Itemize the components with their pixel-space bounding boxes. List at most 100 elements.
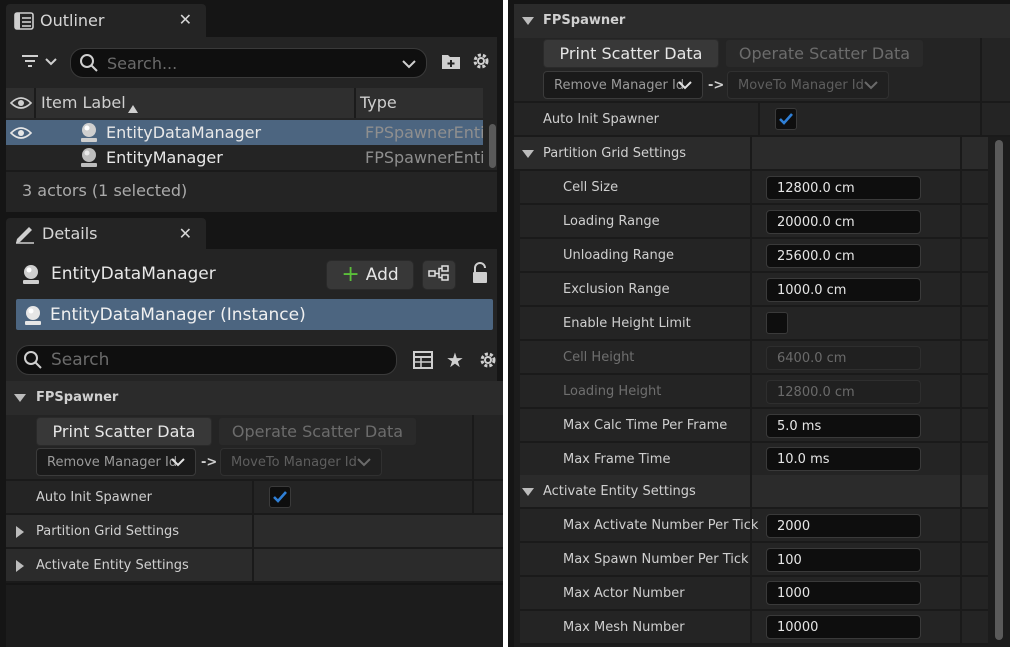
column-separator: [750, 443, 752, 475]
visibility-icon[interactable]: [9, 125, 33, 145]
max-calc-time-field[interactable]: 5.0 ms: [766, 414, 921, 438]
hierarchy-icon: [428, 265, 450, 285]
lock-open-icon[interactable]: [470, 262, 490, 288]
outliner-search-input[interactable]: Search...: [70, 48, 427, 78]
auto-init-spawner-checkbox[interactable]: [775, 108, 797, 130]
auto-init-spawner-row: Auto Init Spawner: [6, 481, 503, 515]
fpspawner-section-header[interactable]: FPSpawner: [6, 381, 503, 415]
moveto-manager-id-combo: MoveTo Manager Id: [220, 448, 382, 476]
cell-size-field[interactable]: 12800.0 cm: [766, 176, 921, 200]
add-folder-button[interactable]: [440, 51, 462, 75]
max-actor-number-field[interactable]: 1000: [766, 581, 921, 605]
column-separator: [960, 239, 962, 271]
chevron-down-icon[interactable]: [402, 56, 416, 75]
prop-label: Unloading Range: [563, 248, 674, 263]
print-scatter-data-button[interactable]: Print Scatter Data: [543, 39, 719, 68]
outliner-row-label: EntityManager: [106, 148, 223, 167]
chevron-down-icon: [171, 455, 185, 473]
prop-row-exclusion-range: Exclusion Range 1000.0 cm: [514, 273, 988, 307]
prop-row-max-actor-number: Max Actor Number 1000: [514, 577, 988, 611]
details-search-input[interactable]: Search: [16, 345, 397, 375]
outliner-settings-button[interactable]: [470, 51, 492, 75]
close-icon[interactable]: ✕: [179, 224, 192, 243]
fpspawner-section-header[interactable]: FPSpawner: [514, 4, 1010, 38]
prop-label: Enable Height Limit: [563, 316, 691, 331]
expand-arrow-icon: [16, 560, 24, 572]
max-mesh-number-field[interactable]: 10000: [766, 615, 921, 639]
column-item-label[interactable]: Item Label: [41, 93, 126, 112]
column-separator[interactable]: [34, 88, 36, 118]
column-separator: [750, 611, 752, 643]
outliner-row-type: FPSpawnerEntit: [365, 123, 483, 142]
prop-row-cell-size: Cell Size 12800.0 cm: [514, 171, 988, 205]
collapse-arrow-icon: [522, 17, 534, 25]
outliner-list-icon: [14, 11, 34, 30]
outliner-row[interactable]: EntityDataManager FPSpawnerEntit: [6, 120, 483, 145]
outliner-scrollbar[interactable]: [489, 124, 496, 168]
column-separator: [750, 577, 752, 609]
blueprint-hierarchy-button[interactable]: [422, 260, 456, 290]
partition-grid-title: Partition Grid Settings: [36, 524, 180, 539]
exclusion-range-field[interactable]: 1000.0 cm: [766, 278, 921, 302]
outliner-tab[interactable]: Outliner ✕: [6, 4, 206, 37]
partition-grid-section-header[interactable]: Partition Grid Settings: [514, 137, 988, 171]
partition-grid-section-header[interactable]: Partition Grid Settings: [6, 515, 503, 549]
outliner-tab-strip: Outliner ✕: [0, 0, 503, 40]
prop-label: Max Mesh Number: [563, 620, 685, 635]
prop-row-max-activate-number: Max Activate Number Per Tick 2000: [514, 509, 988, 543]
auto-init-spawner-checkbox[interactable]: [269, 486, 291, 508]
outliner-status: 3 actors (1 selected): [22, 181, 188, 200]
column-separator: [750, 307, 752, 339]
table-view-icon[interactable]: [413, 351, 433, 373]
unloading-range-field[interactable]: 25600.0 cm: [766, 244, 921, 268]
prop-row-enable-height-limit: Enable Height Limit: [514, 307, 988, 341]
visibility-icon[interactable]: [9, 95, 33, 115]
checkmark-icon: [272, 490, 288, 504]
prop-row-max-frame-time: Max Frame Time 10.0 ms: [514, 443, 988, 477]
max-frame-time-field[interactable]: 10.0 ms: [766, 447, 921, 471]
arrow-text: ->: [708, 78, 725, 93]
add-component-button[interactable]: + Add: [326, 260, 414, 290]
operate-scatter-data-button: Operate Scatter Data: [725, 39, 924, 68]
close-icon[interactable]: ✕: [179, 10, 192, 29]
max-activate-number-field[interactable]: 2000: [766, 514, 921, 538]
instance-selector-row[interactable]: EntityDataManager (Instance): [16, 299, 493, 330]
prop-row-cell-height: Cell Height 6400.0 cm: [514, 341, 988, 375]
column-type[interactable]: Type: [360, 93, 397, 112]
column-separator: [960, 375, 962, 407]
details-tab[interactable]: Details ✕: [6, 218, 206, 249]
prop-label: Max Activate Number Per Tick: [563, 518, 759, 533]
column-separator: [960, 409, 962, 441]
cell-height-field: 6400.0 cm: [766, 346, 921, 370]
expand-arrow-icon: [16, 526, 24, 538]
gear-icon[interactable]: [478, 350, 498, 374]
checkmark-icon: [778, 112, 794, 126]
sort-ascending-icon: [128, 98, 138, 117]
star-icon[interactable]: ★: [446, 348, 464, 372]
column-separator: [980, 103, 982, 135]
outliner-row[interactable]: EntityManager FPSpawnerEntit: [6, 145, 483, 170]
column-separator: [960, 137, 962, 169]
filter-icon: [20, 51, 60, 75]
details-scrollbar[interactable]: [995, 140, 1003, 640]
divider: [6, 170, 497, 172]
collapse-arrow-icon: [14, 394, 26, 402]
enable-height-limit-checkbox[interactable]: [766, 312, 788, 334]
activate-entity-section-header[interactable]: Activate Entity Settings: [6, 549, 503, 583]
partition-grid-title: Partition Grid Settings: [543, 146, 687, 161]
combo-value: MoveTo Manager Id: [231, 454, 357, 470]
loading-range-field[interactable]: 20000.0 cm: [766, 210, 921, 234]
search-icon: [23, 350, 43, 370]
prop-label: Max Spawn Number Per Tick: [563, 552, 749, 567]
max-spawn-number-field[interactable]: 100: [766, 548, 921, 572]
column-separator: [750, 543, 752, 575]
activate-entity-section-header[interactable]: Activate Entity Settings: [514, 475, 988, 509]
print-scatter-data-button[interactable]: Print Scatter Data: [36, 417, 212, 446]
column-separator[interactable]: [354, 88, 356, 118]
remove-manager-id-combo[interactable]: Remove Manager Id: [543, 71, 703, 99]
column-separator: [750, 375, 752, 407]
column-separator: [960, 273, 962, 305]
right-pane: FPSpawner Print Scatter Data Operate Sca…: [508, 0, 1010, 647]
filter-dropdown-button[interactable]: [18, 51, 62, 75]
remove-manager-id-combo[interactable]: Remove Manager Id: [36, 448, 196, 476]
